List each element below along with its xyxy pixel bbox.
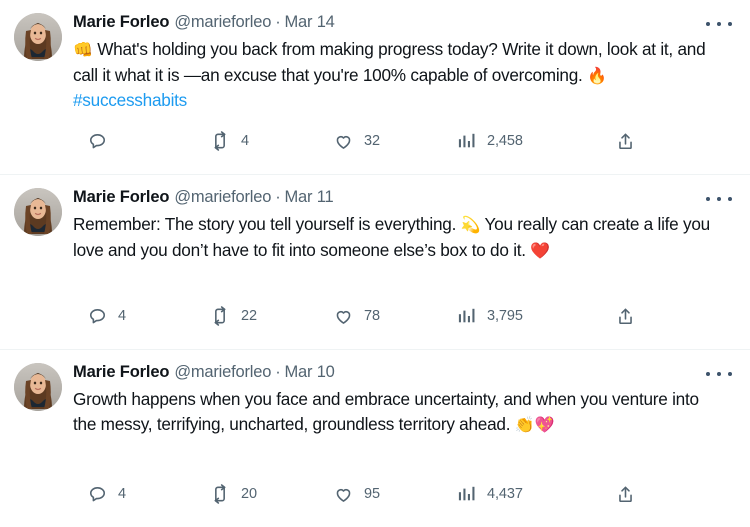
hashtag-link[interactable]: #successhabits bbox=[73, 90, 187, 110]
like-button[interactable]: 78 bbox=[334, 305, 380, 327]
header-separator: · bbox=[275, 13, 281, 31]
tweet-text-part: Remember: The story you tell yourself is… bbox=[73, 214, 461, 234]
retweet-button[interactable]: 20 bbox=[210, 483, 257, 505]
tweet-item[interactable]: Marie Forleo @marieforleo · Mar 14 👊 Wha… bbox=[0, 0, 750, 175]
tweet-text-part: What's holding you back from making prog… bbox=[73, 39, 706, 85]
retweet-icon bbox=[210, 484, 230, 504]
tweet-text: Remember: The story you tell yourself is… bbox=[73, 212, 723, 263]
user-handle[interactable]: @marieforleo bbox=[174, 187, 271, 207]
avatar-column bbox=[14, 362, 62, 527]
tweet-actions: 4 22 78 3,795 bbox=[88, 305, 736, 327]
red-heart-emoji: ❤️ bbox=[530, 240, 551, 260]
reply-button[interactable]: 4 bbox=[88, 483, 126, 505]
tweet-feed: Marie Forleo @marieforleo · Mar 14 👊 Wha… bbox=[0, 0, 750, 527]
user-handle[interactable]: @marieforleo bbox=[174, 12, 271, 32]
reply-icon bbox=[88, 132, 107, 151]
tweet-date[interactable]: Mar 11 bbox=[285, 187, 334, 207]
heart-icon bbox=[334, 485, 353, 504]
like-count: 95 bbox=[364, 486, 380, 502]
display-name[interactable]: Marie Forleo bbox=[73, 12, 169, 32]
reply-icon bbox=[88, 307, 107, 326]
share-button[interactable] bbox=[616, 305, 635, 327]
analytics-icon bbox=[458, 485, 476, 503]
display-name[interactable]: Marie Forleo bbox=[73, 362, 169, 382]
user-handle[interactable]: @marieforleo bbox=[174, 362, 271, 382]
retweet-count: 22 bbox=[241, 308, 257, 324]
tweet-header: Marie Forleo @marieforleo · Mar 10 bbox=[73, 362, 736, 384]
reply-button[interactable]: 4 bbox=[88, 305, 126, 327]
retweet-button[interactable]: 22 bbox=[210, 305, 257, 327]
views-button[interactable]: 4,437 bbox=[458, 483, 523, 505]
reply-count: 4 bbox=[118, 308, 126, 324]
header-separator: · bbox=[275, 188, 281, 206]
tweet-header: Marie Forleo @marieforleo · Mar 11 bbox=[73, 187, 736, 209]
avatar-column bbox=[14, 187, 62, 349]
retweet-icon bbox=[210, 306, 230, 326]
reply-icon bbox=[88, 485, 107, 504]
tweet-actions: 4 20 95 4,437 bbox=[88, 483, 736, 505]
tweet-text: 👊 What's holding you back from making pr… bbox=[73, 37, 723, 113]
avatar-photo bbox=[14, 363, 62, 411]
tweet-item[interactable]: Marie Forleo @marieforleo · Mar 11 Remem… bbox=[0, 175, 750, 350]
more-options-icon[interactable] bbox=[706, 14, 732, 34]
retweet-count: 20 bbox=[241, 486, 257, 502]
more-options-icon[interactable] bbox=[706, 364, 732, 384]
avatar-photo bbox=[14, 13, 62, 61]
reply-button[interactable] bbox=[88, 130, 118, 152]
tweet-text: Growth happens when you face and embrace… bbox=[73, 387, 723, 437]
share-icon bbox=[616, 307, 635, 326]
reply-count: 4 bbox=[118, 486, 126, 502]
avatar[interactable] bbox=[14, 188, 62, 236]
like-button[interactable]: 95 bbox=[334, 483, 380, 505]
sparkling-heart-emoji: 💖 bbox=[534, 414, 555, 434]
tweet-text-part: Growth happens when you face and embrace… bbox=[73, 389, 699, 434]
more-options-icon[interactable] bbox=[706, 189, 732, 209]
tweet-header: Marie Forleo @marieforleo · Mar 14 bbox=[73, 12, 736, 34]
analytics-icon bbox=[458, 132, 476, 150]
avatar[interactable] bbox=[14, 363, 62, 411]
retweet-button[interactable]: 4 bbox=[210, 130, 249, 152]
retweet-count: 4 bbox=[241, 133, 249, 149]
display-name[interactable]: Marie Forleo bbox=[73, 187, 169, 207]
like-count: 78 bbox=[364, 308, 380, 324]
dizzy-star-emoji: 💫 bbox=[460, 215, 481, 234]
heart-icon bbox=[334, 307, 353, 326]
tweet-item[interactable]: Marie Forleo @marieforleo · Mar 10 Growt… bbox=[0, 350, 750, 527]
like-button[interactable]: 32 bbox=[334, 130, 380, 152]
share-button[interactable] bbox=[616, 130, 635, 152]
tweet-date[interactable]: Mar 14 bbox=[285, 12, 335, 32]
views-button[interactable]: 3,795 bbox=[458, 305, 523, 327]
fire-emoji: 🔥 bbox=[587, 65, 607, 85]
retweet-icon bbox=[210, 131, 230, 151]
avatar-column bbox=[14, 12, 62, 174]
share-icon bbox=[616, 132, 635, 151]
heart-icon bbox=[334, 132, 353, 151]
like-count: 32 bbox=[364, 133, 380, 149]
avatar[interactable] bbox=[14, 13, 62, 61]
share-button[interactable] bbox=[616, 483, 635, 505]
header-separator: · bbox=[275, 363, 281, 381]
fist-emoji: 👊 bbox=[73, 40, 93, 59]
avatar-photo bbox=[14, 188, 62, 236]
views-count: 4,437 bbox=[487, 486, 523, 502]
views-count: 2,458 bbox=[487, 133, 523, 149]
views-count: 3,795 bbox=[487, 308, 523, 324]
tweet-date[interactable]: Mar 10 bbox=[285, 362, 335, 382]
share-icon bbox=[616, 485, 635, 504]
tweet-actions: 4 32 2,458 bbox=[88, 130, 736, 152]
analytics-icon bbox=[458, 307, 476, 325]
clapping-hands-emoji: 👏 bbox=[514, 414, 535, 434]
views-button[interactable]: 2,458 bbox=[458, 130, 523, 152]
